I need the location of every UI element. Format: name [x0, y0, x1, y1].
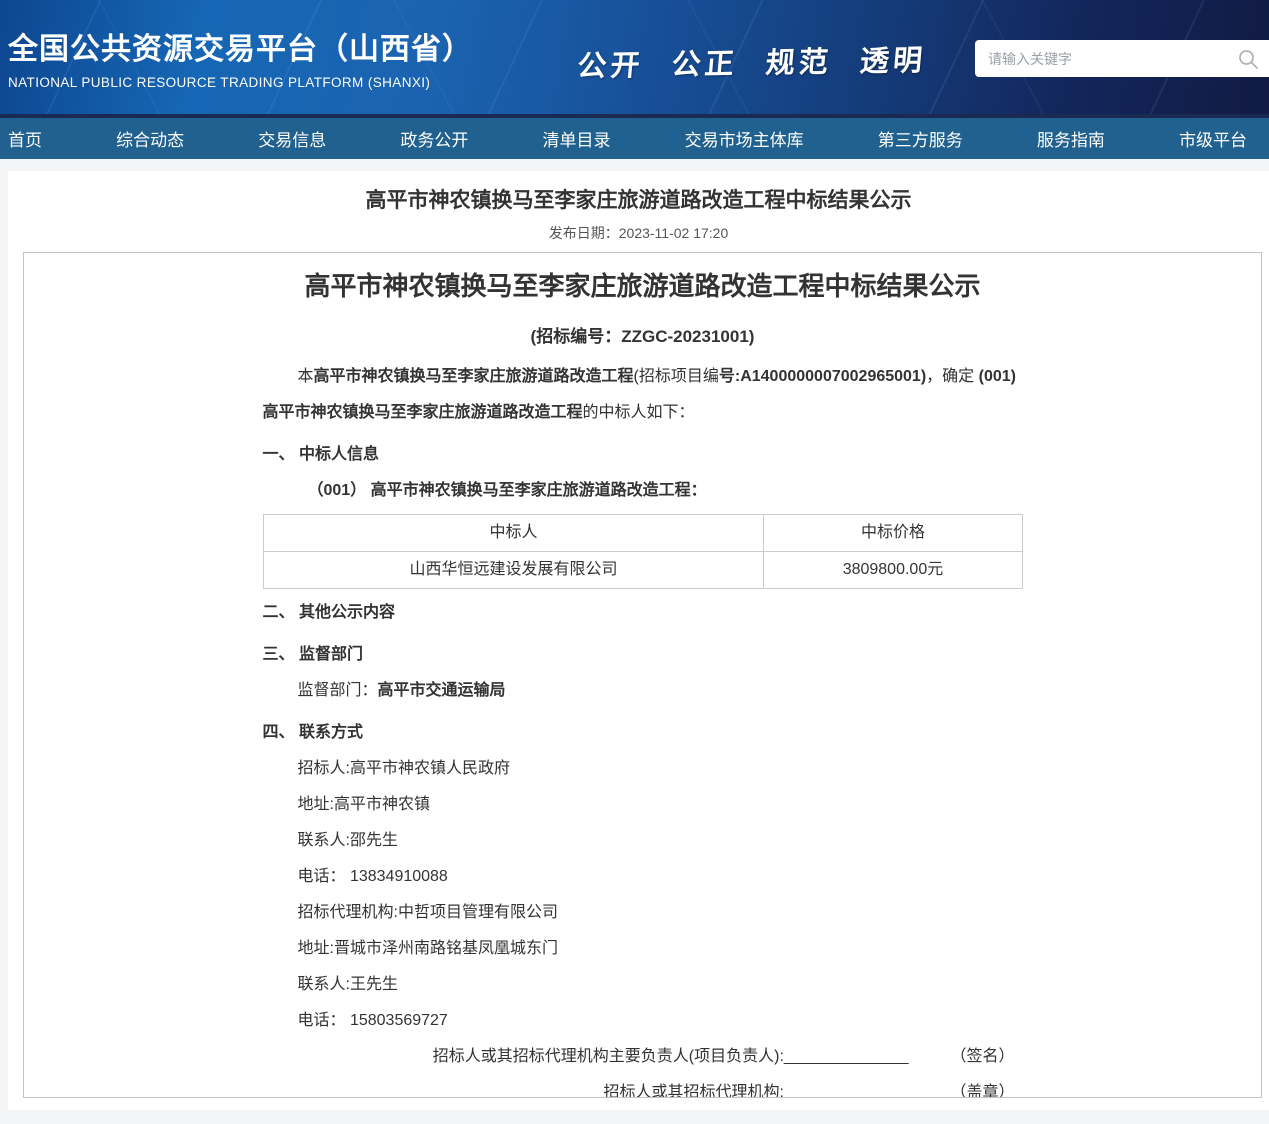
intro-pre: 本	[298, 368, 314, 385]
content-panel: 高平市神农镇换马至李家庄旅游道路改造工程中标结果公示 发布日期：2023-11-…	[8, 171, 1269, 1110]
slogan-word-transparent: 透明	[858, 37, 928, 80]
section1-heading: 一、 中标人信息	[263, 437, 1023, 473]
intro-mid1: (招标项目编	[634, 368, 719, 385]
contact-tenderer-person: 联系人:邵先生	[263, 823, 1023, 859]
search-button[interactable]	[1237, 48, 1259, 70]
nav-item-service-guide[interactable]: 服务指南	[1037, 126, 1105, 151]
winner-name-cell: 山西华恒远建设发展有限公司	[263, 552, 764, 589]
contact-agency-address: 地址:晋城市泽州南路铭基凤凰城东门	[263, 931, 1023, 967]
signature-principal-label: 招标人或其招标代理机构主要负责人(项目负责人):	[433, 1048, 784, 1065]
nav-item-news[interactable]: 综合动态	[116, 126, 184, 151]
nav-item-home[interactable]: 首页	[8, 126, 42, 151]
supervise-line: 监督部门：高平市交通运输局	[263, 673, 1023, 709]
winner-table-header-row: 中标人 中标价格	[263, 515, 1022, 552]
section2-heading: 二、 其他公示内容	[263, 595, 1023, 631]
signature-line-principal: 招标人或其招标代理机构主要负责人(项目负责人):______________ （签…	[263, 1039, 1023, 1075]
contact-agency: 招标代理机构:中哲项目管理有限公司	[263, 895, 1023, 931]
signature-line-agency: 招标人或其招标代理机构:______________ （盖章）	[263, 1075, 1023, 1098]
intro-project-code: 号:A1400000007002965001)	[719, 368, 926, 385]
intro-paragraph: 本高平市神农镇换马至李家庄旅游道路改造工程(招标项目编号:A1400000007…	[263, 359, 1023, 431]
contact-tenderer: 招标人:高平市神农镇人民政府	[263, 751, 1023, 787]
table-row: 山西华恒远建设发展有限公司 3809800.00元	[263, 552, 1022, 589]
section1-subheading: （001） 高平市神农镇换马至李家庄旅游道路改造工程：	[263, 473, 1023, 509]
slogan-word-open: 公开	[576, 42, 646, 85]
signature-agency-suffix: （盖章）	[950, 1084, 1014, 1098]
site-banner: 全国公共资源交易平台（山西省） NATIONAL PUBLIC RESOURCE…	[0, 0, 1269, 118]
search-box	[975, 40, 1269, 77]
nav-item-city-platform[interactable]: 市级平台	[1179, 126, 1247, 151]
intro-project-name: 高平市神农镇换马至李家庄旅游道路改造工程	[314, 368, 634, 385]
winner-table-header-bidder: 中标人	[263, 515, 764, 552]
intro-mid2: ，确定	[926, 368, 978, 385]
contact-tenderer-address: 地址:高平市神农镇	[263, 787, 1023, 823]
supervise-label: 监督部门：	[298, 682, 378, 699]
signature-principal-blank: ______________	[784, 1048, 909, 1065]
announcement-title: 高平市神农镇换马至李家庄旅游道路改造工程中标结果公示	[263, 269, 1023, 303]
nav-item-trade-info[interactable]: 交易信息	[258, 126, 326, 151]
winner-price-cell: 3809800.00元	[764, 552, 1022, 589]
nav-item-gov-public[interactable]: 政务公开	[400, 126, 468, 151]
slogan-word-fair: 公正	[670, 40, 740, 83]
site-logo-subtitle: NATIONAL PUBLIC RESOURCE TRADING PLATFOR…	[8, 75, 473, 90]
section3-heading: 三、 监督部门	[263, 637, 1023, 673]
winner-table: 中标人 中标价格 山西华恒远建设发展有限公司 3809800.00元	[263, 514, 1023, 589]
search-input[interactable]	[988, 51, 1237, 67]
page-title: 高平市神农镇换马至李家庄旅游道路改造工程中标结果公示	[8, 184, 1269, 214]
section4-heading: 四、 联系方式	[263, 715, 1023, 751]
signature-agency-label: 招标人或其招标代理机构:	[603, 1084, 783, 1098]
announcement-box: 高平市神农镇换马至李家庄旅游道路改造工程中标结果公示 (招标编号：ZZGC-20…	[23, 252, 1262, 1098]
slogan-word-standard: 规范	[764, 39, 834, 82]
contact-agency-person: 联系人:王先生	[263, 967, 1023, 1003]
intro-post: 的中标人如下：	[583, 404, 695, 421]
banner-slogan: 公开 公正 规范 透明	[576, 37, 928, 85]
publish-date: 发布日期：2023-11-02 17:20	[8, 223, 1269, 243]
search-icon	[1237, 48, 1259, 70]
nav-item-list-catalog[interactable]: 清单目录	[543, 126, 611, 151]
nav-item-third-party[interactable]: 第三方服务	[878, 126, 963, 151]
contact-agency-phone: 电话： 15803569727	[263, 1003, 1023, 1039]
nav-item-market-entity[interactable]: 交易市场主体库	[685, 126, 804, 151]
winner-table-header-price: 中标价格	[764, 515, 1022, 552]
announcement-body: 高平市神农镇换马至李家庄旅游道路改造工程中标结果公示 (招标编号：ZZGC-20…	[263, 269, 1023, 1098]
bid-number: (招标编号：ZZGC-20231001)	[263, 319, 1023, 355]
site-logo-title: 全国公共资源交易平台（山西省）	[8, 24, 473, 68]
site-logo: 全国公共资源交易平台（山西省） NATIONAL PUBLIC RESOURCE…	[8, 24, 473, 90]
signature-principal-suffix: （签名）	[950, 1048, 1014, 1065]
supervise-value: 高平市交通运输局	[378, 682, 506, 699]
main-nav: 首页 综合动态 交易信息 政务公开 清单目录 交易市场主体库 第三方服务 服务指…	[0, 118, 1269, 159]
signature-agency-blank: ______________	[784, 1084, 909, 1098]
contact-tenderer-phone: 电话： 13834910088	[263, 859, 1023, 895]
